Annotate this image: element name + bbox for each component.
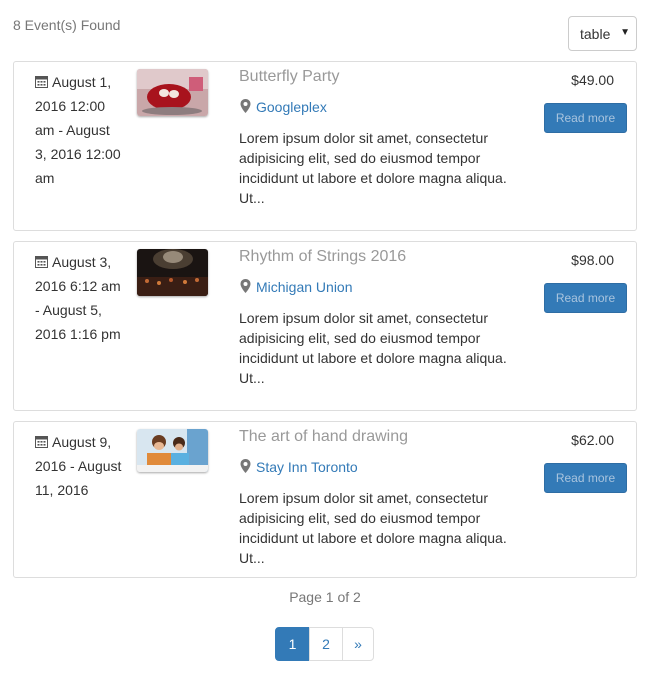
event-title[interactable]: Butterfly Party [239, 68, 339, 86]
event-price: $62.00 [571, 432, 614, 448]
event-date: August 9, 2016 - August 11, 2016 [35, 430, 125, 502]
event-location[interactable]: Googleplex [240, 99, 327, 115]
event-location-link[interactable]: Michigan Union [256, 279, 353, 295]
events-found-count: 8 Event(s) Found [13, 17, 121, 33]
event-date-text: August 1, 2016 12:00 am - August 3, 2016… [35, 74, 121, 186]
pagination: 1 2 » [275, 627, 374, 661]
event-description: Lorem ipsum dolor sit amet, consectetur … [239, 490, 507, 566]
read-more-button[interactable]: Read more [544, 463, 627, 493]
event-location[interactable]: Stay Inn Toronto [240, 459, 358, 475]
page-info: Page 1 of 2 [289, 589, 361, 605]
event-description: Lorem ipsum dolor sit amet, consectetur … [239, 130, 507, 206]
page-2-link[interactable]: 2 [309, 627, 343, 661]
event-price: $49.00 [571, 72, 614, 88]
event-thumbnail[interactable] [137, 429, 208, 472]
read-more-button[interactable]: Read more [544, 283, 627, 313]
chevron-down-icon: ▼ [620, 27, 630, 38]
view-mode-select[interactable]: table ▼ [568, 16, 637, 51]
event-location-link[interactable]: Stay Inn Toronto [256, 459, 358, 475]
map-marker-icon [240, 459, 251, 473]
read-more-button[interactable]: Read more [544, 103, 627, 133]
view-mode-selected: table [580, 26, 611, 42]
page-1-link[interactable]: 1 [275, 627, 310, 661]
event-card: August 3, 2016 6:12 am - August 5, 2016 … [13, 241, 637, 411]
event-card: August 1, 2016 12:00 am - August 3, 2016… [13, 61, 637, 231]
event-location-link[interactable]: Googleplex [256, 99, 327, 115]
event-location[interactable]: Michigan Union [240, 279, 353, 295]
next-page-link[interactable]: » [342, 627, 374, 661]
event-title[interactable]: The art of hand drawing [239, 428, 408, 446]
event-thumbnail[interactable] [137, 249, 208, 296]
calendar-icon [35, 76, 48, 88]
map-marker-icon [240, 279, 251, 293]
calendar-icon [35, 436, 48, 448]
event-date: August 3, 2016 6:12 am - August 5, 2016 … [35, 250, 125, 346]
map-marker-icon [240, 99, 251, 113]
calendar-icon [35, 256, 48, 268]
event-card: August 9, 2016 - August 11, 2016 The art… [13, 421, 637, 578]
event-thumbnail[interactable] [137, 69, 208, 116]
event-title[interactable]: Rhythm of Strings 2016 [239, 248, 406, 266]
event-price: $98.00 [571, 252, 614, 268]
event-description: Lorem ipsum dolor sit amet, consectetur … [239, 310, 507, 386]
event-date: August 1, 2016 12:00 am - August 3, 2016… [35, 70, 125, 190]
